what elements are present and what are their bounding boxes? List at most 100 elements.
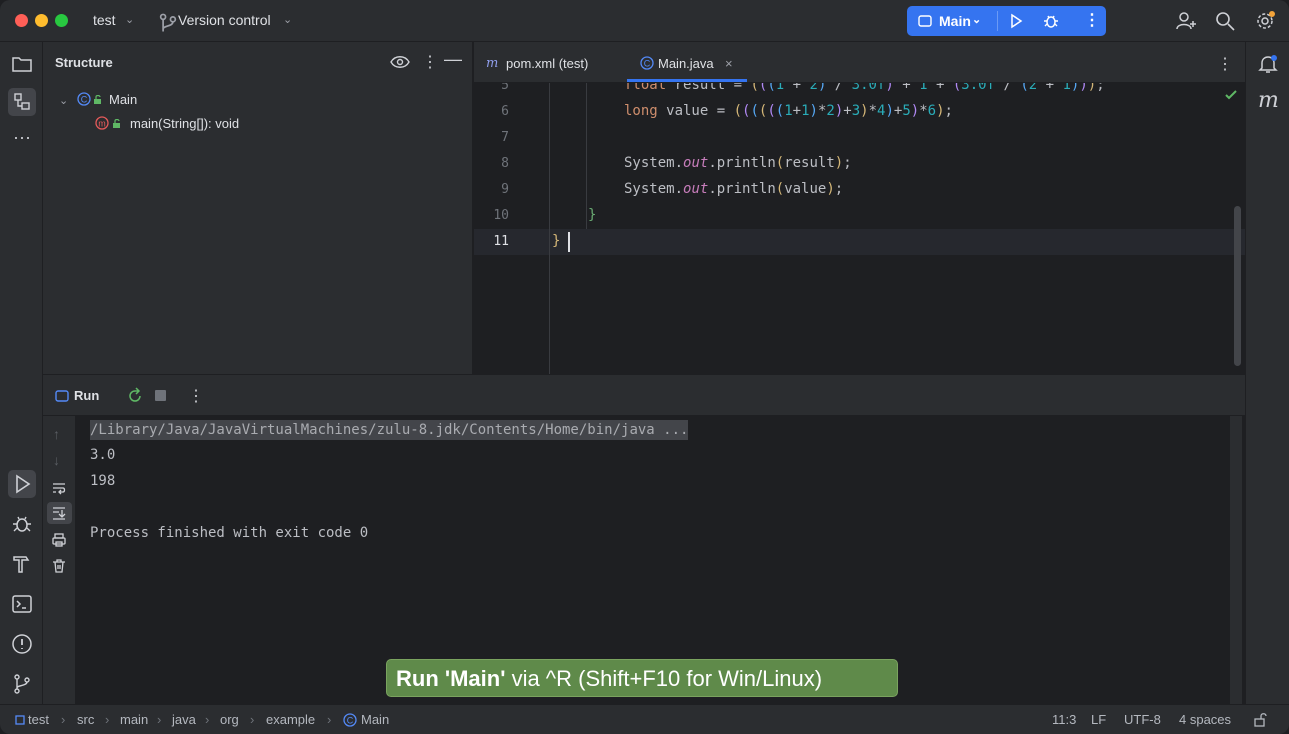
breadcrumb-item[interactable]: main	[120, 712, 148, 727]
branch-icon	[159, 13, 177, 32]
public-lock-icon	[94, 95, 101, 104]
structure-panel: Structure ⋮ — ⌄ C Main m main(String[]):…	[43, 42, 473, 374]
run-config-label[interactable]: Main	[939, 13, 971, 29]
method-signature-label: main(String[]): void	[130, 116, 240, 131]
close-window-button[interactable]	[15, 14, 28, 27]
structure-tool-button[interactable]	[8, 88, 36, 116]
more-options-icon[interactable]: ⋮	[422, 52, 438, 72]
editor-scrollbar[interactable]	[1234, 206, 1241, 366]
line-number: 9	[501, 182, 509, 197]
editor-tabs: m pom.xml (test) C Main.java × ⋮	[474, 42, 1245, 83]
svg-text:m: m	[98, 119, 106, 129]
maven-icon[interactable]: m	[1258, 88, 1279, 113]
close-tab-icon[interactable]: ×	[725, 56, 733, 71]
more-tools-icon[interactable]: ···	[10, 128, 34, 154]
console-scrollbar[interactable]	[1230, 416, 1242, 704]
more-options-icon[interactable]: ⋮	[188, 386, 204, 406]
svg-text:C: C	[347, 716, 354, 726]
search-icon[interactable]	[1214, 10, 1236, 32]
shortcut-tooltip: Run 'Main' via ^R (Shift+F10 for Win/Lin…	[386, 659, 898, 697]
breadcrumb-item[interactable]: example	[266, 712, 315, 727]
scroll-to-end-button[interactable]	[47, 502, 72, 524]
rerun-icon[interactable]	[126, 387, 144, 405]
checkmark-icon	[1225, 90, 1237, 100]
git-icon[interactable]	[10, 672, 34, 696]
code-editor[interactable]: 5 float result = (((1 + 2) / 3.0f) + 1 +…	[474, 83, 1245, 374]
tooltip-text: Run 'Main' via ^R (Shift+F10 for Win/Lin…	[396, 666, 822, 692]
method-icon: m	[95, 116, 109, 130]
run-tab-label[interactable]: Run	[74, 388, 99, 403]
build-hammer-icon[interactable]	[10, 552, 34, 576]
chevron-right-icon: ›	[157, 712, 162, 727]
code-line: }	[552, 233, 561, 249]
console-exit-line: Process finished with exit code 0	[90, 525, 369, 541]
indent-setting[interactable]: 4 spaces	[1179, 712, 1231, 727]
more-actions-icon[interactable]: ⋮	[1084, 10, 1100, 30]
class-icon: C	[77, 92, 91, 106]
maven-icon: m	[486, 56, 499, 71]
svg-text:C: C	[81, 95, 88, 105]
console-command-line[interactable]: /Library/Java/JavaVirtualMachines/zulu-8…	[90, 420, 689, 440]
problems-icon[interactable]	[10, 632, 34, 656]
unlock-icon[interactable]	[1253, 713, 1267, 727]
status-bar: test › src › main › java › org › example…	[0, 704, 1289, 734]
breadcrumb-item[interactable]: src	[77, 712, 94, 727]
line-number: 8	[501, 156, 509, 171]
run-configuration-widget[interactable]: Main ⌄ ⋮	[907, 6, 1106, 36]
caret-position[interactable]: 11:3	[1052, 712, 1076, 727]
application-icon	[918, 15, 932, 27]
chevron-down-icon: ⌄	[972, 14, 982, 26]
run-icon[interactable]	[1008, 13, 1024, 29]
file-encoding[interactable]: UTF-8	[1124, 712, 1161, 727]
arrow-up-icon[interactable]: ↑	[53, 426, 60, 442]
public-lock-icon	[113, 119, 120, 128]
version-control-menu[interactable]: Version control	[178, 12, 271, 28]
breadcrumb-item[interactable]: test	[28, 712, 49, 727]
breadcrumb-item[interactable]: org	[220, 712, 239, 727]
run-side-toolbar: ↑ ↓	[43, 416, 76, 704]
line-number: 10	[493, 208, 509, 223]
minimize-panel-icon[interactable]: —	[444, 49, 462, 70]
code-line: System.out.println(result);	[624, 155, 852, 171]
notifications-bell-icon[interactable]	[1256, 52, 1280, 76]
run-panel-header: Run ⋮	[43, 374, 1245, 416]
breadcrumb-item[interactable]: Main	[361, 712, 389, 727]
structure-icon	[14, 93, 30, 110]
project-selector[interactable]: test	[93, 12, 116, 28]
title-bar: test ⌄ Version control ⌄ Main ⌄ ⋮	[0, 0, 1289, 42]
console-output-line: 3.0	[90, 447, 116, 463]
tooltip-action: Run 'Main'	[396, 666, 506, 691]
print-icon[interactable]	[51, 532, 67, 548]
more-tabs-icon[interactable]: ⋮	[1217, 54, 1233, 74]
project-folder-icon[interactable]	[10, 52, 34, 76]
code-line: long value = ((((((1+1)*2)+3)*4)+5)*6);	[624, 103, 953, 119]
line-separator[interactable]: LF	[1091, 712, 1106, 727]
svg-text:C: C	[644, 59, 651, 69]
stop-icon[interactable]	[155, 390, 166, 401]
module-icon	[15, 715, 25, 725]
debug-icon[interactable]	[1043, 13, 1059, 29]
tab-label: Main.java	[658, 56, 714, 71]
settings-gear-icon[interactable]	[1254, 10, 1276, 32]
eye-icon[interactable]	[390, 54, 410, 70]
terminal-icon[interactable]	[10, 592, 34, 616]
tree-node-class[interactable]: ⌄ C Main	[59, 92, 137, 107]
breadcrumb-item[interactable]: java	[172, 712, 196, 727]
chevron-down-icon: ⌄	[283, 14, 293, 26]
soft-wrap-icon[interactable]	[51, 480, 67, 496]
trash-icon[interactable]	[51, 558, 67, 574]
chevron-right-icon: ›	[250, 712, 255, 727]
chevron-down-icon: ⌄	[125, 14, 135, 26]
minimize-window-button[interactable]	[35, 14, 48, 27]
application-icon	[55, 390, 69, 402]
zoom-window-button[interactable]	[55, 14, 68, 27]
line-number: 7	[501, 130, 509, 145]
debug-icon[interactable]	[10, 512, 34, 536]
chevron-right-icon: ›	[327, 712, 332, 727]
gutter-separator	[549, 83, 550, 374]
run-tool-button[interactable]	[8, 470, 36, 498]
line-number: 5	[501, 83, 509, 93]
arrow-down-icon[interactable]: ↓	[53, 452, 60, 468]
add-user-icon[interactable]	[1175, 10, 1197, 32]
chevron-right-icon: ›	[61, 712, 66, 727]
